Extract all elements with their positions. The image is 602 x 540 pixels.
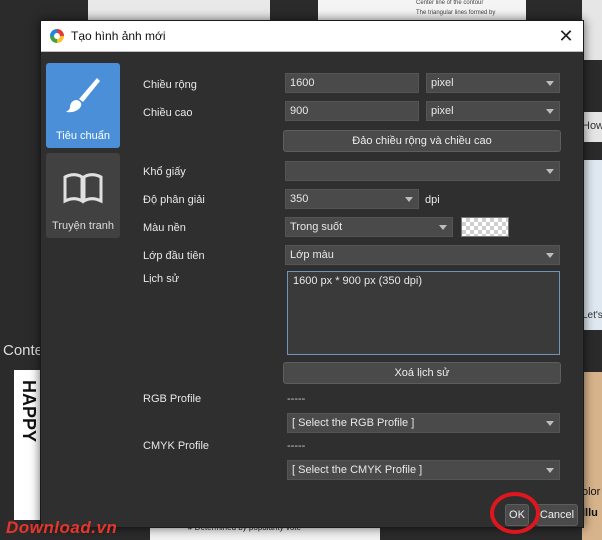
bg-thumbnail-right-3: Let's bbox=[582, 160, 602, 330]
resolution-label: Độ phân giải bbox=[143, 194, 205, 206]
paper-size-select[interactable] bbox=[285, 161, 560, 181]
sidebar-item-standard[interactable]: Tiêu chuẩn bbox=[46, 63, 120, 148]
new-image-dialog: Tạo hình ảnh mới ✕ Tiêu chuẩn Truyện tra… bbox=[40, 20, 584, 528]
cmyk-profile-label: CMYK Profile bbox=[143, 440, 210, 452]
chevron-down-icon bbox=[405, 197, 413, 202]
chevron-down-icon bbox=[546, 109, 554, 114]
width-unit-value: pixel bbox=[431, 77, 454, 89]
chevron-down-icon bbox=[546, 81, 554, 86]
cmyk-profile-select-value: [ Select the CMYK Profile ] bbox=[292, 464, 423, 476]
bg-vertical-word: HAPPY bbox=[19, 380, 39, 443]
background-color-label: Màu nền bbox=[143, 222, 186, 234]
width-unit-select[interactable]: pixel bbox=[426, 73, 560, 93]
width-label: Chiều rộng bbox=[143, 79, 197, 91]
width-input[interactable]: 1600 bbox=[285, 73, 419, 93]
sidebar-item-comic[interactable]: Truyện tranh bbox=[46, 153, 120, 238]
transparency-swatch[interactable] bbox=[461, 217, 509, 237]
rgb-profile-select[interactable]: [ Select the RGB Profile ] bbox=[287, 413, 560, 433]
cmyk-profile-current: ----- bbox=[287, 440, 306, 452]
rgb-profile-label: RGB Profile bbox=[143, 393, 202, 405]
paper-size-label: Khổ giấy bbox=[143, 166, 186, 178]
chevron-down-icon bbox=[546, 253, 554, 258]
first-layer-value: Lớp màu bbox=[290, 249, 334, 261]
height-unit-select[interactable]: pixel bbox=[426, 101, 560, 121]
bg-how-text: How bbox=[582, 120, 602, 132]
bg-caption-2: The triangular lines formed by bbox=[416, 10, 496, 16]
sidebar-item-label: Tiêu chuẩn bbox=[55, 130, 111, 142]
cmyk-profile-select[interactable]: [ Select the CMYK Profile ] bbox=[287, 460, 560, 480]
ok-highlight-ring bbox=[490, 492, 540, 534]
height-label: Chiều cao bbox=[143, 107, 193, 119]
chevron-down-icon bbox=[546, 169, 554, 174]
rgb-profile-select-value: [ Select the RGB Profile ] bbox=[292, 417, 415, 429]
history-entry[interactable]: 1600 px * 900 px (350 dpi) bbox=[293, 275, 554, 287]
chevron-down-icon bbox=[439, 225, 447, 230]
sidebar-item-label: Truyện tranh bbox=[52, 220, 114, 232]
app-logo-icon bbox=[50, 29, 64, 43]
paintbrush-icon bbox=[66, 78, 100, 113]
bg-lets-text: Let's bbox=[582, 310, 602, 321]
first-layer-select[interactable]: Lớp màu bbox=[285, 245, 560, 265]
close-button[interactable]: ✕ bbox=[555, 25, 577, 47]
bg-thumbnail-1 bbox=[88, 0, 270, 20]
first-layer-label: Lớp đầu tiên bbox=[143, 250, 205, 262]
history-list[interactable]: 1600 px * 900 px (350 dpi) bbox=[287, 271, 560, 355]
background-color-value: Trong suốt bbox=[290, 221, 343, 233]
bg-olor-text: olor bbox=[582, 486, 601, 498]
history-label: Lịch sử bbox=[143, 273, 180, 285]
watermark-logo: Download.vn bbox=[6, 518, 118, 537]
dialog-titlebar[interactable]: Tạo hình ảnh mới ✕ bbox=[41, 21, 583, 52]
chevron-down-icon bbox=[546, 468, 554, 473]
rgb-profile-current: ----- bbox=[287, 393, 306, 405]
bg-thumbnail-right-2: How bbox=[582, 112, 602, 142]
resolution-unit: dpi bbox=[425, 194, 440, 206]
height-unit-value: pixel bbox=[431, 105, 454, 117]
height-input[interactable]: 900 bbox=[285, 101, 419, 121]
bg-thumbnail-right-4: olor Illu bbox=[582, 372, 602, 540]
open-book-icon bbox=[63, 173, 103, 204]
resolution-value: 350 bbox=[290, 193, 309, 205]
bg-thumbnail-left: HAPPY bbox=[14, 370, 40, 520]
bg-illu-text: Illu bbox=[582, 507, 598, 519]
dialog-title: Tạo hình ảnh mới bbox=[71, 29, 166, 43]
swap-dimensions-button[interactable]: Đảo chiều rộng và chiều cao bbox=[283, 130, 561, 152]
resolution-select[interactable]: 350 bbox=[285, 189, 419, 209]
chevron-down-icon bbox=[546, 421, 554, 426]
bg-contents-text: Conte bbox=[3, 342, 44, 359]
bg-thumbnail-right bbox=[582, 0, 602, 60]
bg-caption-1: Center line of the contour bbox=[416, 0, 484, 6]
cancel-button[interactable]: Cancel bbox=[536, 504, 578, 526]
bg-thumbnail-2: Center line of the contour The triangula… bbox=[318, 0, 526, 20]
background-color-select[interactable]: Trong suốt bbox=[285, 217, 453, 237]
clear-history-button[interactable]: Xoá lịch sử bbox=[283, 362, 561, 384]
